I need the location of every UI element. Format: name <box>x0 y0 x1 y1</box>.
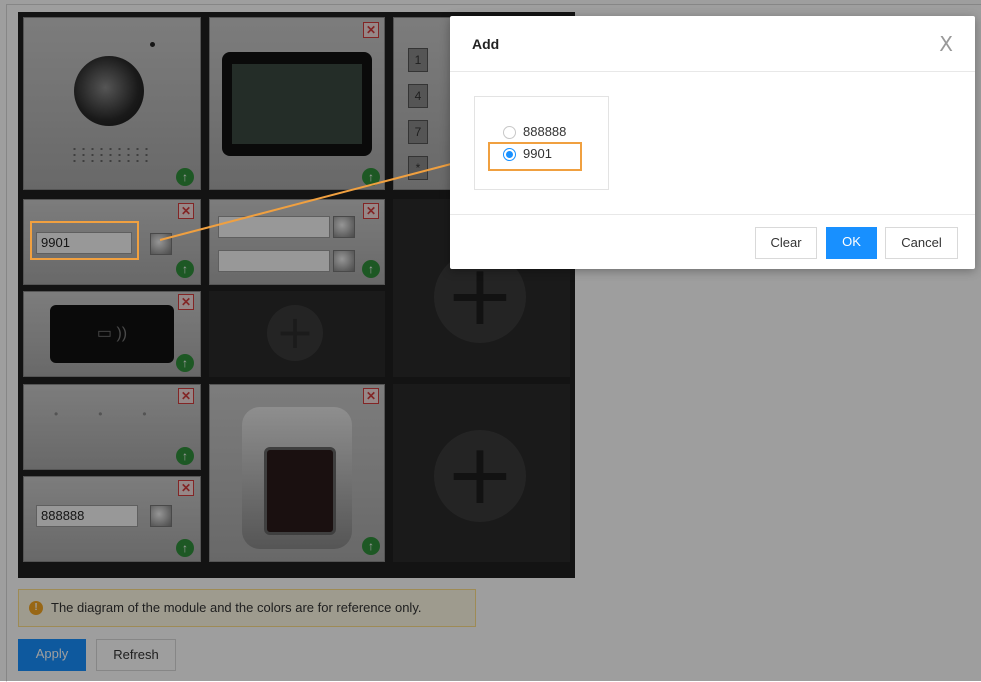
dialog-title: Add <box>472 36 500 52</box>
cancel-button[interactable]: Cancel <box>885 227 958 259</box>
highlight-box <box>488 142 582 171</box>
divider <box>450 71 975 72</box>
divider <box>450 214 975 215</box>
radio-option-888888[interactable] <box>503 126 516 139</box>
highlight-box <box>30 221 139 260</box>
close-icon[interactable]: X <box>939 32 953 56</box>
option-label: 888888 <box>523 124 567 139</box>
add-dialog: Add X 888888 9901 Clear OK Cancel <box>450 16 975 269</box>
clear-button[interactable]: Clear <box>755 227 817 259</box>
ok-button[interactable]: OK <box>826 227 877 259</box>
